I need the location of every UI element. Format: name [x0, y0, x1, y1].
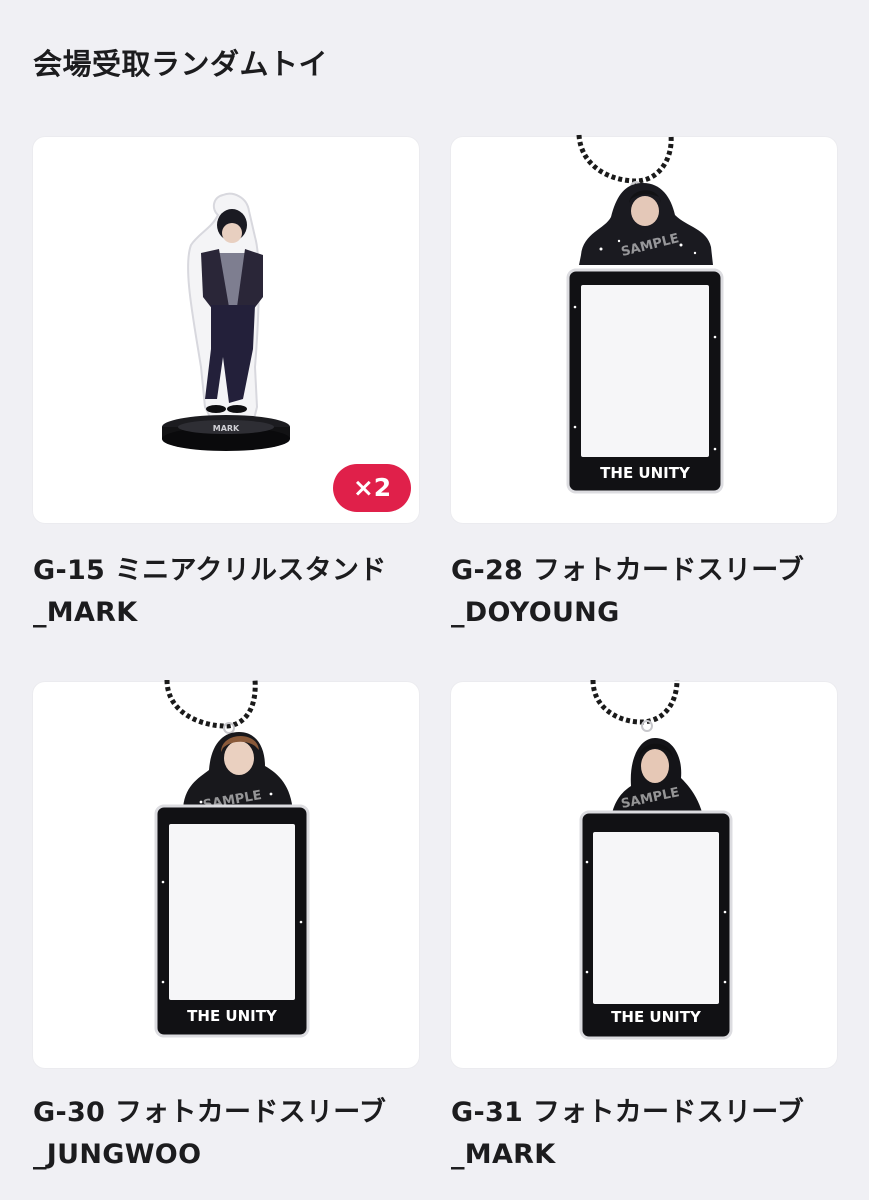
product-card-g31[interactable]: SAMPLE THE UNITY: [451, 679, 837, 1068]
svg-text:THE UNITY: THE UNITY: [611, 1008, 702, 1026]
photocard-sleeve-illustration: SAMPLE THE UNITY: [566, 134, 724, 494]
product-image-photocard-sleeve[interactable]: SAMPLE THE UNITY: [451, 679, 837, 1068]
product-card-g30[interactable]: SAMPLE THE UNITY: [33, 679, 419, 1068]
product-card-g15[interactable]: MARK ×2: [33, 137, 419, 523]
product-caption-g28: G-28 フォトカードスリーブ _DOYOUNG: [451, 550, 869, 634]
product-member: _JUNGWOO: [33, 1139, 202, 1170]
quantity-badge: ×2: [333, 464, 411, 512]
product-member: _MARK: [451, 1139, 556, 1170]
photocard-sleeve-illustration: SAMPLE THE UNITY: [579, 679, 733, 1040]
product-member: _DOYOUNG: [451, 597, 620, 628]
svg-text:MARK: MARK: [213, 424, 240, 433]
product-code-name: G-31 フォトカードスリーブ: [451, 1097, 805, 1128]
page-title: 会場受取ランダムトイ: [33, 47, 329, 81]
product-caption-g30: G-30 フォトカードスリーブ _JUNGWOO: [33, 1092, 453, 1176]
product-image-photocard-sleeve[interactable]: SAMPLE THE UNITY: [33, 679, 419, 1068]
product-code-name: G-15 ミニアクリルスタンド: [33, 555, 387, 586]
photocard-sleeve-illustration: SAMPLE THE UNITY: [154, 679, 310, 1038]
svg-text:THE UNITY: THE UNITY: [600, 464, 691, 482]
product-code-name: G-30 フォトカードスリーブ: [33, 1097, 387, 1128]
product-member: _MARK: [33, 597, 138, 628]
product-image-photocard-sleeve[interactable]: SAMPLE THE UNITY: [451, 134, 837, 523]
svg-text:THE UNITY: THE UNITY: [187, 1007, 278, 1025]
product-card-g28[interactable]: SAMPLE THE UNITY: [451, 134, 837, 523]
product-caption-g31: G-31 フォトカードスリーブ _MARK: [451, 1092, 869, 1176]
product-code-name: G-28 フォトカードスリーブ: [451, 555, 805, 586]
product-caption-g15: G-15 ミニアクリルスタンド _MARK: [33, 550, 453, 634]
